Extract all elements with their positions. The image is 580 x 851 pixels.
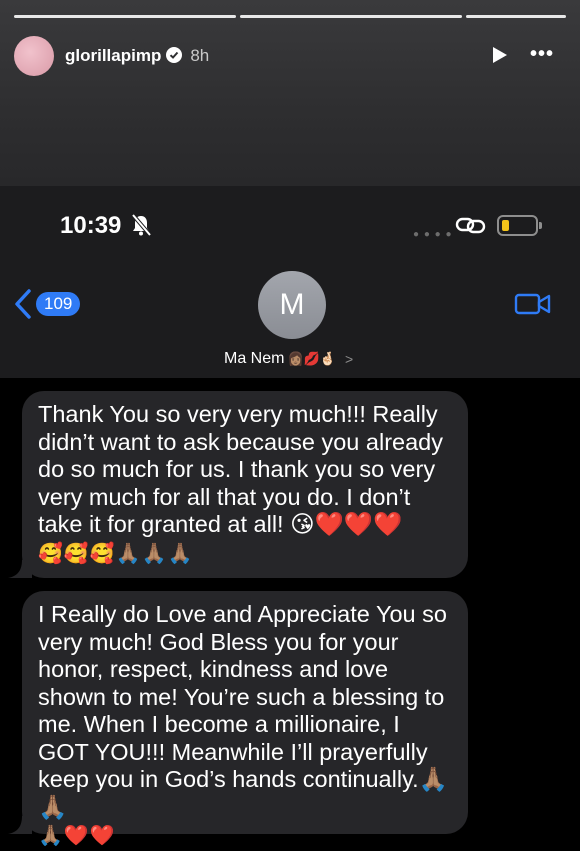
contact-initial: M <box>279 288 305 321</box>
facetime-video-icon[interactable] <box>514 292 552 321</box>
contact-avatar[interactable]: M <box>258 271 326 339</box>
message-text: Thank You so very very much!!! Really di… <box>38 401 443 537</box>
battery-level <box>502 220 509 231</box>
story-username[interactable]: glorillapimp <box>65 46 161 65</box>
story-progress-bar <box>14 15 567 18</box>
unread-count-badge: 109 <box>36 292 81 316</box>
progress-segment <box>240 15 463 18</box>
story-username-row[interactable]: glorillapimp 8h <box>65 46 209 66</box>
message-emoji-line: 🙏🏽❤️❤️ <box>38 825 116 847</box>
message-text: I Really do Love and Appreciate You so v… <box>38 601 448 820</box>
progress-segment <box>14 15 237 18</box>
story-time-ago: 8h <box>190 46 210 65</box>
message-emoji-line: 🥰🥰🥰🙏🏽🙏🏽🙏🏽 <box>38 542 194 565</box>
bubble-tail <box>8 816 32 834</box>
contact-name: Ma Nem <box>224 350 285 367</box>
progress-segment <box>466 15 567 18</box>
message-bubble[interactable]: I Really do Love and Appreciate You so v… <box>22 591 468 847</box>
silent-bell-icon <box>130 213 152 242</box>
signal-icon: ● ● ● ● <box>413 229 453 240</box>
play-icon[interactable] <box>489 45 509 70</box>
more-options-icon[interactable]: ••• <box>530 43 554 66</box>
battery-icon <box>497 215 542 236</box>
chevron-right-icon: > <box>345 351 354 367</box>
contact-emojis: 👩🏽💋🤞🏻 <box>287 351 337 366</box>
status-time: 10:39 <box>60 212 122 239</box>
verified-badge-icon <box>166 47 183 63</box>
chevron-left-icon <box>15 289 31 319</box>
story-header: glorillapimp 8h ••• <box>0 0 580 186</box>
contact-name-button[interactable]: Ma Nem 👩🏽💋🤞🏻 > <box>224 350 353 368</box>
profile-avatar[interactable] <box>14 36 54 76</box>
battery-nub <box>539 222 542 229</box>
message-bubble[interactable]: Thank You so very very much!!! Really di… <box>22 391 468 578</box>
bubble-tail <box>8 560 32 578</box>
personal-hotspot-icon <box>455 215 487 240</box>
back-button[interactable]: 109 <box>14 289 81 319</box>
